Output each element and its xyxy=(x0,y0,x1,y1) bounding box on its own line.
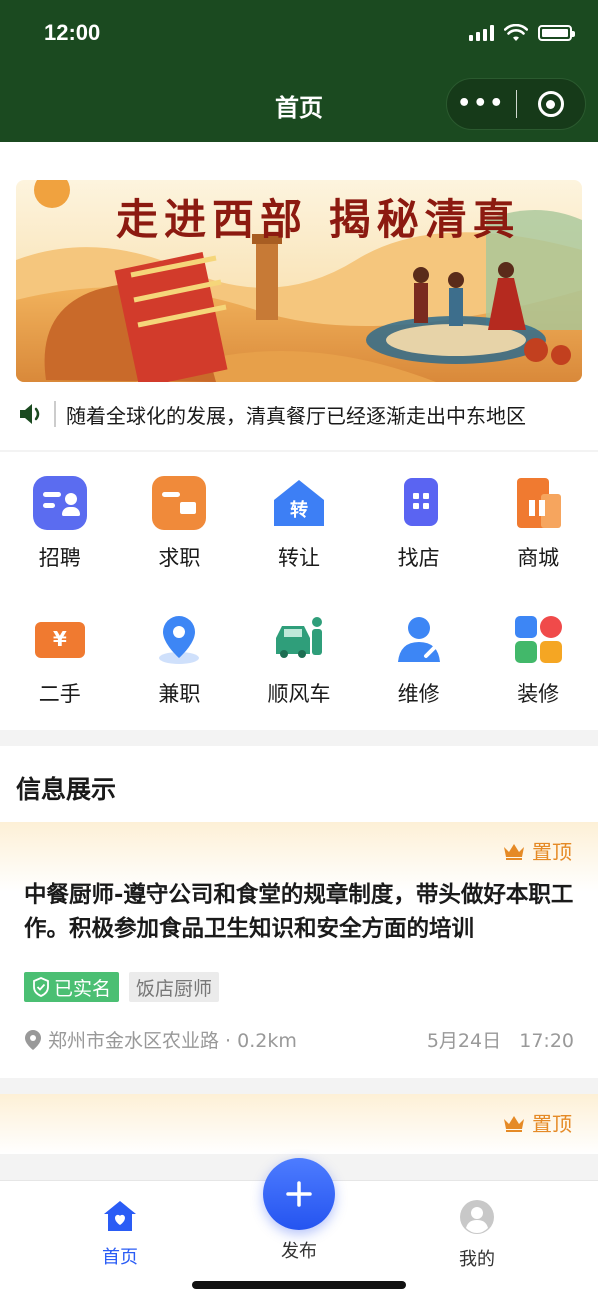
post-datetime: 5月24日 17:20 xyxy=(427,1026,574,1053)
post-title: 中餐厨师-遵守公司和食堂的规章制度，带头做好本职工作。积极参加食品卫生知识和安全… xyxy=(24,882,574,942)
repair-person-icon xyxy=(392,612,446,666)
category-tag: 饭店厨师 xyxy=(129,972,220,1002)
find-shop-phone-icon xyxy=(392,476,446,530)
list-item[interactable]: 置顶 中餐厨师-遵守公司和食堂的规章制度，带头做好本职工作。积极参加食品卫生知识… xyxy=(0,822,598,1078)
category-label: 找店 xyxy=(397,546,440,570)
pinned-badge: 置顶 xyxy=(502,836,572,865)
category-label: 招聘 xyxy=(38,546,81,570)
location-text: 郑州市金水区农业路 · 0.2km xyxy=(48,1030,297,1052)
category-label: 求职 xyxy=(158,546,201,570)
status-time: 12:00 xyxy=(44,20,101,45)
mall-building-icon xyxy=(511,476,565,530)
banner-title: 走进西部 揭秘清真 xyxy=(116,195,521,244)
category-mall[interactable]: 商城 xyxy=(478,476,598,612)
post-button[interactable] xyxy=(263,1158,335,1230)
decoration-blocks-icon xyxy=(511,612,565,666)
pinned-label: 置顶 xyxy=(532,1112,572,1136)
rideshare-car-icon xyxy=(272,612,326,666)
post-meta: 郑州市金水区农业路 · 0.2km 5月24日 17:20 xyxy=(24,1026,574,1053)
category-recruit[interactable]: 招聘 xyxy=(0,476,120,612)
banner-section: 走进西部 揭秘清真 随着全球化的发展，清真餐厅已经逐渐走出中东地区 xyxy=(0,142,598,450)
category-transfer[interactable]: 转 转让 xyxy=(239,476,359,612)
crown-icon xyxy=(504,1115,524,1132)
category-part-time[interactable]: 兼职 xyxy=(120,612,240,748)
shield-check-icon xyxy=(33,977,49,997)
category-label: 顺风车 xyxy=(267,682,331,706)
plus-icon xyxy=(286,1181,312,1207)
home-icon xyxy=(104,1201,136,1231)
user-avatar-icon xyxy=(460,1200,494,1234)
signal-icon xyxy=(469,25,494,41)
info-section: 信息展示 置顶 中餐厨师-遵守公司和食堂的规章制度，带头做好本职工作。积极参加食… xyxy=(0,746,598,1078)
category-decoration[interactable]: 装修 xyxy=(478,612,598,748)
category-label: 装修 xyxy=(517,682,560,706)
tab-me[interactable]: 我的 xyxy=(417,1199,537,1271)
category-label: 转让 xyxy=(277,546,320,570)
list-item[interactable]: 置顶 xyxy=(0,1094,598,1154)
category-second-hand[interactable]: ¥ 二手 xyxy=(0,612,120,748)
notice-bar[interactable]: 随着全球化的发展，清真餐厅已经逐渐走出中东地区 xyxy=(18,398,526,430)
job-seek-briefcase-icon xyxy=(152,476,207,530)
category-label: 兼职 xyxy=(158,682,201,706)
category-rideshare[interactable]: 顺风车 xyxy=(239,612,359,748)
section-title: 信息展示 xyxy=(16,775,117,804)
verified-label: 已实名 xyxy=(54,977,112,1000)
more-icon[interactable]: ••• xyxy=(447,93,516,115)
category-repair[interactable]: 维修 xyxy=(359,612,479,748)
recruit-card-icon xyxy=(32,476,87,530)
banner-image[interactable]: 走进西部 揭秘清真 xyxy=(16,180,582,382)
category-label: 商城 xyxy=(517,546,560,570)
second-hand-ticket-icon: ¥ xyxy=(33,612,87,666)
mini-program-capsule: ••• xyxy=(446,78,586,130)
close-target-icon[interactable] xyxy=(517,91,586,117)
notice-divider xyxy=(54,401,56,427)
tab-post-label[interactable]: 发布 xyxy=(239,1237,359,1263)
category-find-shop[interactable]: 找店 xyxy=(359,476,479,612)
pinned-label: 置顶 xyxy=(532,840,572,864)
category-label: 二手 xyxy=(38,682,81,706)
verified-tag: 已实名 xyxy=(24,972,120,1002)
wifi-icon xyxy=(504,24,528,41)
category-label: 维修 xyxy=(397,682,440,706)
second-hand-badge: ¥ xyxy=(52,627,67,651)
status-bar: 12:00 xyxy=(0,0,598,70)
category-grid: 招聘 求职 转 转让 找店 商城 ¥ 二手 兼职 顺风车 维修 装修 xyxy=(0,452,598,730)
battery-icon xyxy=(538,25,575,41)
post-time: 17:20 xyxy=(519,1030,574,1052)
notice-text: 随着全球化的发展，清真餐厅已经逐渐走出中东地区 xyxy=(66,403,526,428)
transfer-badge: 转 xyxy=(289,500,308,521)
tab-me-label: 我的 xyxy=(459,1249,495,1270)
home-indicator xyxy=(192,1281,406,1289)
status-icons xyxy=(469,24,575,42)
post-tags: 已实名 饭店厨师 xyxy=(24,972,220,1002)
post-location: 郑州市金水区农业路 · 0.2km xyxy=(24,1026,297,1053)
part-time-location-icon xyxy=(152,612,206,666)
crown-icon xyxy=(504,843,524,860)
tab-home[interactable]: 首页 xyxy=(60,1199,180,1269)
nav-bar: 首页 ••• xyxy=(0,70,598,142)
tab-home-label: 首页 xyxy=(102,1247,138,1268)
pinned-badge: 置顶 xyxy=(502,1108,572,1137)
post-date: 5月24日 xyxy=(426,1030,502,1052)
transfer-house-icon: 转 xyxy=(272,476,326,530)
speaker-icon xyxy=(20,404,40,424)
category-job-seek[interactable]: 求职 xyxy=(120,476,240,612)
location-pin-icon xyxy=(25,1029,41,1050)
